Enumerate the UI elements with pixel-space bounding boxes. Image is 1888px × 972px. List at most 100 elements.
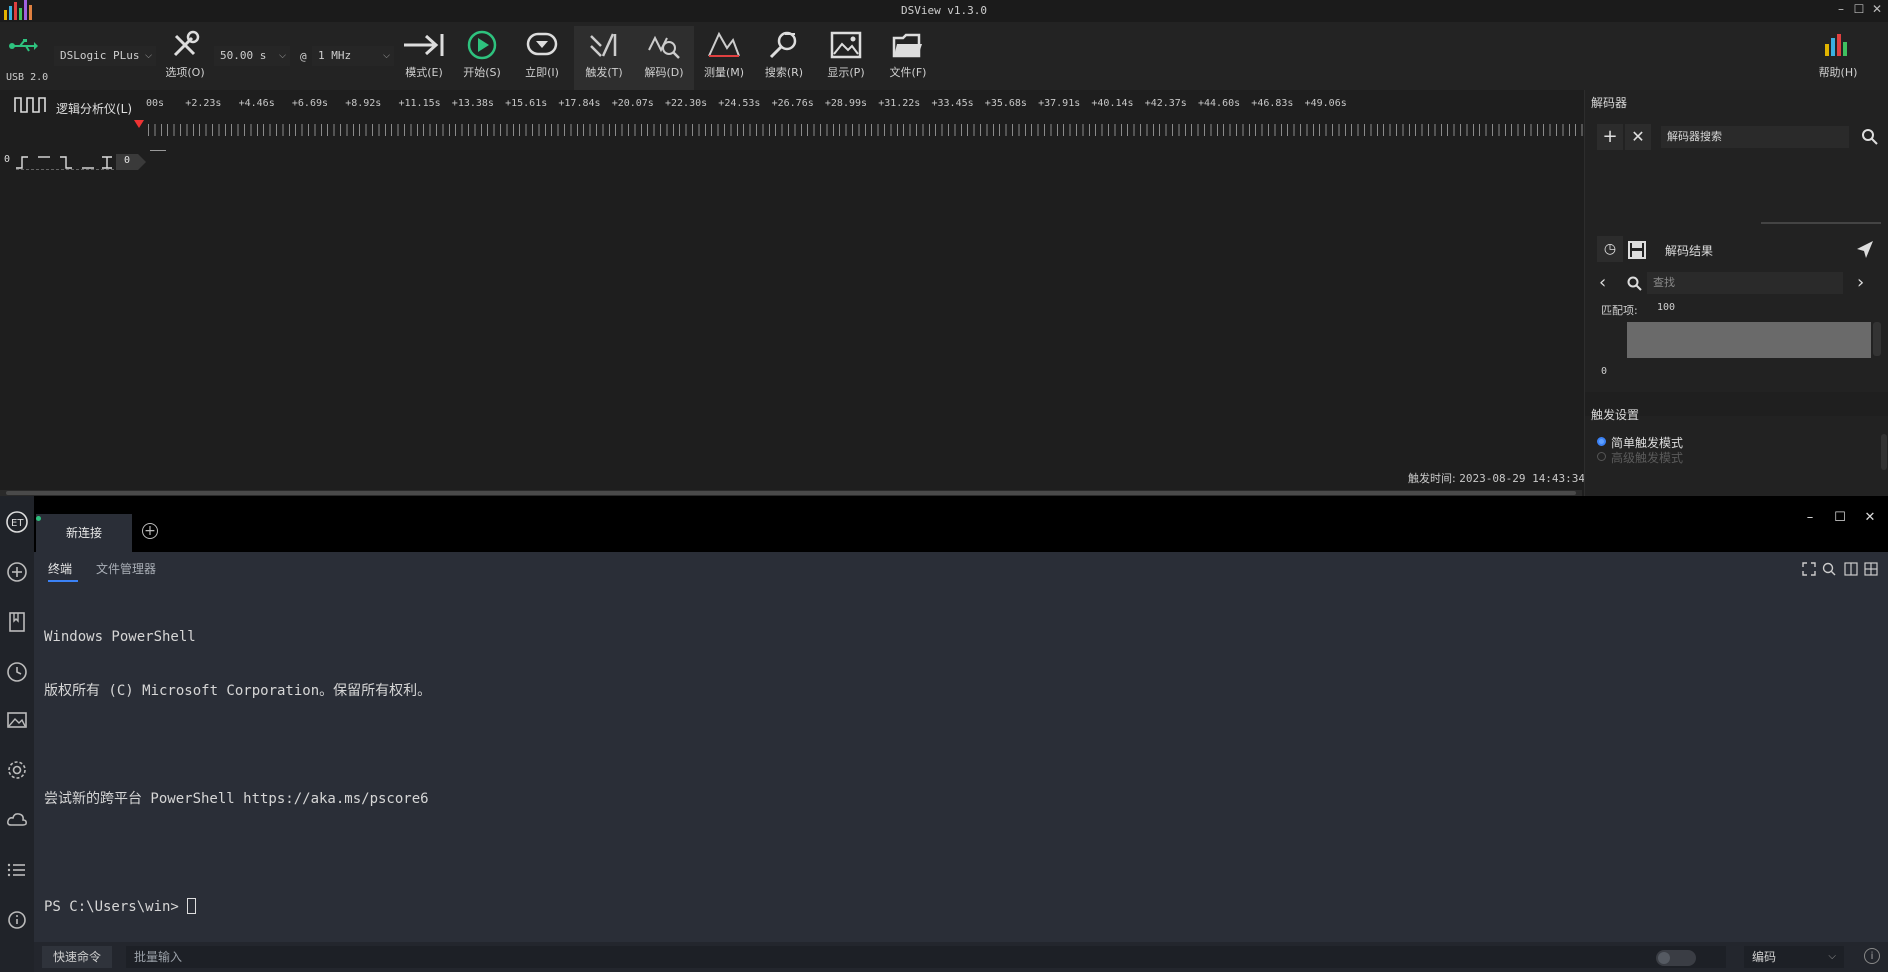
- add-circle-icon[interactable]: [5, 560, 29, 584]
- instant-capture-icon: [526, 32, 558, 56]
- waveform-area[interactable]: [0, 172, 1584, 492]
- terminal-subtabs: 终端 文件管理器: [34, 552, 1888, 584]
- ruler-tick-label: +24.53s: [718, 98, 761, 109]
- duration-select[interactable]: 50.00 s ⌵: [214, 46, 290, 66]
- ruler-tick-label: +6.69s: [291, 98, 329, 109]
- prompt: PS C:\Users\win>: [44, 899, 188, 915]
- mode-button[interactable]: 模式(E): [394, 30, 454, 80]
- start-button[interactable]: 开始(S): [452, 30, 512, 80]
- bookmark-icon[interactable]: [5, 610, 29, 634]
- info-icon[interactable]: [5, 908, 29, 932]
- search-icon[interactable]: [1822, 562, 1836, 576]
- batch-input-field[interactable]: 批量输入: [126, 946, 1726, 968]
- quick-command-button[interactable]: 快速命令: [42, 946, 112, 968]
- advanced-trigger-radio[interactable]: [1597, 452, 1606, 461]
- ruler-tick-label: +20.07s: [611, 98, 654, 109]
- options-label: 选项(O): [165, 66, 205, 79]
- measure-label: 测量(M): [703, 66, 745, 79]
- decode-label: 解码(D): [644, 66, 684, 79]
- device-name: DSLogic PLus: [60, 49, 140, 62]
- device-select[interactable]: DSLogic PLus ⌵: [54, 46, 156, 66]
- maximize-button[interactable]: ☐: [1852, 2, 1866, 16]
- remove-decoder-button[interactable]: ✕: [1625, 124, 1651, 150]
- decoder-dock: 解码器 + ✕ 解码器搜索 ◷ 解码结果 ‹ 查找 › 匹配项: 100 0 触…: [1584, 90, 1888, 496]
- folder-open-icon: [892, 33, 922, 58]
- channel-index: 0: [4, 154, 11, 165]
- info-icon[interactable]: i: [1864, 948, 1880, 964]
- trigger-label: 触发(T): [585, 66, 623, 79]
- next-result-button[interactable]: ›: [1857, 272, 1877, 294]
- app-logo-icon[interactable]: ET: [5, 510, 29, 534]
- gear-icon[interactable]: [5, 758, 29, 782]
- ruler-tick-label: +49.06s: [1304, 98, 1347, 109]
- tab-new-connection[interactable]: 新连接: [36, 514, 132, 552]
- cloud-sync-icon[interactable]: [5, 808, 29, 832]
- usb-label: USB 2.0: [6, 72, 49, 83]
- splitter[interactable]: [1761, 222, 1881, 224]
- start-label: 开始(S): [463, 66, 501, 79]
- result-scrollbar[interactable]: [1873, 322, 1881, 356]
- scrollbar-thumb[interactable]: [6, 491, 1576, 495]
- add-tab-button[interactable]: +: [142, 523, 158, 539]
- save-icon[interactable]: [1627, 240, 1647, 260]
- add-decoder-button[interactable]: +: [1597, 124, 1623, 150]
- trigger-button[interactable]: 触发(T): [574, 26, 634, 90]
- search-icon[interactable]: [1861, 128, 1879, 146]
- terminal-close-button[interactable]: ✕: [1860, 508, 1880, 528]
- image-icon[interactable]: [5, 708, 29, 732]
- trigger-time-value: 2023-08-29 14:43:34: [1459, 472, 1586, 485]
- result-header: [1627, 322, 1871, 358]
- tab-file-manager[interactable]: 文件管理器: [96, 560, 156, 577]
- tab-terminal[interactable]: 终端: [48, 560, 72, 577]
- simple-trigger-radio[interactable]: [1597, 437, 1606, 446]
- mode-label: 模式(E): [405, 66, 443, 79]
- history-clock-icon[interactable]: [5, 660, 29, 684]
- file-button[interactable]: 文件(F): [878, 30, 938, 80]
- trigger-type-icons[interactable]: [14, 154, 114, 170]
- square-wave-icon: [14, 97, 46, 113]
- clock-icon[interactable]: ◷: [1597, 236, 1623, 262]
- minimize-button[interactable]: –: [1834, 2, 1848, 16]
- instant-label: 立即(I): [525, 66, 559, 79]
- result-row-index: 0: [1601, 366, 1608, 377]
- find-input[interactable]: 查找: [1647, 272, 1843, 294]
- split-grid-icon[interactable]: [1864, 562, 1878, 576]
- prev-result-button[interactable]: ‹: [1599, 272, 1619, 294]
- terminal-minimize-button[interactable]: –: [1800, 508, 1820, 528]
- trigger-scrollbar[interactable]: [1881, 434, 1887, 470]
- options-button[interactable]: 选项(O): [156, 30, 214, 80]
- batch-toggle[interactable]: [1656, 950, 1696, 966]
- decode-button[interactable]: 解码(D): [634, 26, 694, 90]
- ruler-tick-label: +33.45s: [931, 98, 974, 109]
- samplerate-select[interactable]: 1 MHz ⌵: [312, 46, 394, 66]
- fullscreen-icon[interactable]: [1802, 562, 1816, 576]
- ruler-tick-label: +4.46s: [238, 98, 275, 109]
- close-button[interactable]: ✕: [1870, 2, 1884, 16]
- terminal-sidebar: ET: [0, 496, 34, 972]
- instant-button[interactable]: 立即(I): [512, 30, 572, 80]
- chevron-down-icon: ⌵: [383, 51, 390, 61]
- search-button[interactable]: 搜索(R): [754, 30, 814, 80]
- file-label: 文件(F): [889, 66, 927, 79]
- app-title: DSView v1.3.0: [900, 4, 988, 17]
- measure-button[interactable]: 测量(M): [694, 30, 754, 80]
- ruler-tick-label: +35.68s: [984, 98, 1027, 109]
- channel-badge-shape: [116, 154, 146, 170]
- split-vertical-icon[interactable]: [1844, 562, 1858, 576]
- advanced-trigger-label: 高级触发模式: [1611, 451, 1684, 465]
- terminal-output[interactable]: Windows PowerShell 版权所有 (C) Microsoft Co…: [44, 592, 431, 952]
- list-icon[interactable]: [5, 858, 29, 882]
- terminal-maximize-button[interactable]: ☐: [1830, 508, 1850, 528]
- decode-magnifier-icon: [648, 35, 680, 59]
- chevron-down-icon: ⌵: [145, 51, 152, 61]
- analyzer-tab[interactable]: 逻辑分析仪(L): [56, 100, 132, 117]
- display-button[interactable]: 显示(P): [816, 30, 876, 80]
- encoding-select[interactable]: 编码 ⌵: [1744, 946, 1844, 968]
- decoder-search-input[interactable]: 解码器搜索: [1661, 126, 1849, 148]
- connection-status-dot: [36, 516, 41, 521]
- help-button[interactable]: 帮助(H): [1808, 30, 1868, 80]
- navigate-arrow-icon[interactable]: [1853, 238, 1877, 262]
- ruler-tick-label: +31.22s: [878, 98, 921, 109]
- trigger-time-label: 触发时间:: [1408, 472, 1456, 485]
- search-icon: [769, 31, 797, 59]
